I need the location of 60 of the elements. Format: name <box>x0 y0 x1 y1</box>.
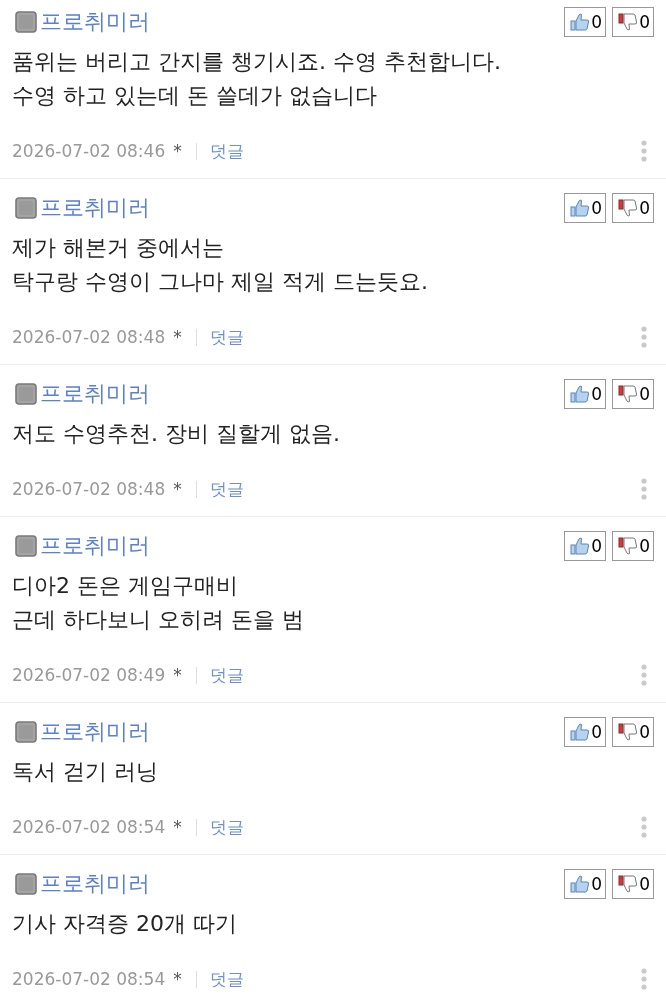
thumbs-up-icon <box>570 12 591 32</box>
more-options-icon[interactable] <box>641 478 647 500</box>
comment-date: 2026-07-02 08:48 <box>12 479 166 499</box>
asterisk-mark: * <box>173 665 182 685</box>
thumbs-down-icon <box>618 12 639 32</box>
like-button[interactable]: 0 <box>564 379 607 409</box>
comment-date: 2026-07-02 08:46 <box>12 141 166 161</box>
comment-text: 품위는 버리고 간지를 챙기시죠. 수영 추천합니다. 수영 하고 있는데 돈 쓸데가 없습니다 <box>12 48 502 110</box>
author-name[interactable]: 프로취미러 <box>40 869 150 899</box>
comment-text: 기사 자격증 20개 따기 <box>12 910 238 938</box>
like-button[interactable]: 0 <box>564 193 607 223</box>
comment-text: 독서 걷기 러닝 <box>12 758 159 786</box>
author-name[interactable]: 프로취미러 <box>40 531 150 561</box>
dislike-button[interactable]: 0 <box>612 193 654 223</box>
square-icon <box>15 535 37 557</box>
like-button[interactable]: 0 <box>564 7 607 37</box>
asterisk-mark: * <box>173 479 182 499</box>
asterisk-mark: * <box>173 141 182 161</box>
dislike-button[interactable]: 0 <box>612 531 654 561</box>
square-icon <box>15 873 37 895</box>
asterisk-mark: * <box>173 327 182 347</box>
author-name[interactable]: 프로취미러 <box>40 193 150 223</box>
thumbs-down-icon <box>618 384 639 404</box>
comment-date: 2026-07-02 08:54 <box>12 969 166 989</box>
square-icon <box>15 383 37 405</box>
thumbs-up-icon <box>570 384 591 404</box>
dislike-button[interactable]: 0 <box>612 869 654 899</box>
more-options-icon[interactable] <box>641 664 647 686</box>
square-icon <box>15 197 37 219</box>
thumbs-down-icon <box>618 198 639 218</box>
thumbs-up-icon <box>570 198 591 218</box>
square-icon <box>15 721 37 743</box>
asterisk-mark: * <box>173 969 182 989</box>
more-options-icon[interactable] <box>641 326 647 348</box>
author-name[interactable]: 프로취미러 <box>40 379 150 409</box>
more-options-icon[interactable] <box>641 968 647 990</box>
thumbs-down-icon <box>618 536 639 556</box>
asterisk-mark: * <box>173 817 182 837</box>
dislike-button[interactable]: 0 <box>612 379 654 409</box>
like-button[interactable]: 0 <box>564 717 607 747</box>
comment-text: 디아2 돈은 게임구매비 근데 하다보니 오히려 돈을 범 <box>12 572 305 634</box>
thumbs-up-icon <box>570 536 591 556</box>
author-name[interactable]: 프로취미러 <box>40 717 150 747</box>
thumbs-down-icon <box>618 722 639 742</box>
comment-text: 제가 해본거 중에서는 탁구랑 수영이 그나마 제일 적게 드는듯요. <box>12 234 429 296</box>
square-icon <box>15 11 37 33</box>
more-options-icon[interactable] <box>641 816 647 838</box>
thumbs-up-icon <box>570 874 591 894</box>
comment-date: 2026-07-02 08:48 <box>12 327 166 347</box>
more-options-icon[interactable] <box>641 140 647 162</box>
author-name[interactable]: 프로취미러 <box>40 7 150 37</box>
like-button[interactable]: 0 <box>564 869 607 899</box>
thumbs-up-icon <box>570 722 591 742</box>
thumbs-down-icon <box>618 874 639 894</box>
like-button[interactable]: 0 <box>564 531 607 561</box>
comment-date: 2026-07-02 08:54 <box>12 817 166 837</box>
dislike-button[interactable]: 0 <box>612 7 654 37</box>
comment-text: 저도 수영추천. 장비 질할게 없음. <box>12 420 341 448</box>
dislike-button[interactable]: 0 <box>612 717 654 747</box>
comment-date: 2026-07-02 08:49 <box>12 665 166 685</box>
